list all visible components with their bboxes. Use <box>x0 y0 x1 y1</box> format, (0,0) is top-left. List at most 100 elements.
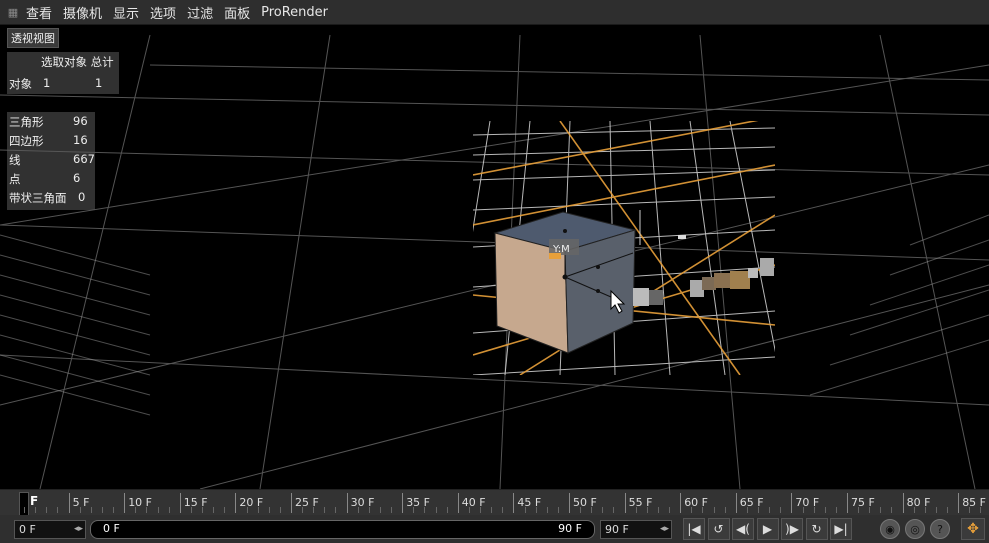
next-frame-button[interactable]: )▶ <box>781 518 803 540</box>
menu-filter[interactable]: 过滤 <box>187 3 213 22</box>
range-end-label: 90 F <box>558 522 582 535</box>
timeline-major-tick <box>847 493 848 513</box>
menu-camera[interactable]: 摄像机 <box>63 3 102 22</box>
menu-options[interactable]: 选项 <box>150 3 176 22</box>
edge-grid-right <box>809 214 989 396</box>
timeline-tick-label: 10 F <box>128 496 153 509</box>
timeline-minor-tick <box>669 507 671 513</box>
timeline-minor-tick <box>591 507 593 513</box>
timeline-major-tick <box>235 493 237 513</box>
small-boxes <box>633 210 774 306</box>
timeline-major-tick <box>457 493 459 513</box>
go-to-start-button[interactable]: |◀ <box>683 518 705 540</box>
scene-canvas: Y:M <box>0 34 989 489</box>
timeline-tick-label: 5 F <box>72 496 90 509</box>
timeline-minor-tick <box>535 507 537 513</box>
stepper-icon[interactable]: ◂▸ <box>74 521 83 538</box>
timeline-minor-tick <box>335 507 337 513</box>
previous-key-button[interactable]: ↺ <box>707 518 730 540</box>
play-icon: ▶ <box>762 522 773 536</box>
timeline-minor-tick <box>969 507 971 513</box>
timeline-minor-tick <box>57 507 59 513</box>
grip-icon[interactable]: ▦ <box>6 5 20 19</box>
auto-key-button[interactable]: ◎ <box>905 519 925 539</box>
hud-stat-points: 点 6 <box>9 171 81 186</box>
timeline-minor-tick <box>702 507 704 513</box>
go-to-end-button[interactable]: ▶| <box>830 518 852 540</box>
cube-3d[interactable] <box>493 211 637 354</box>
timeline-tick-label: 25 F <box>295 496 319 509</box>
timeline-minor-tick <box>302 507 304 513</box>
next-key-icon: ↻ <box>811 522 822 536</box>
menu-panel[interactable]: 面板 <box>224 3 250 22</box>
menu-view[interactable]: 查看 <box>26 3 52 22</box>
prev-frame-icon: ◀( <box>736 522 750 536</box>
timeline-minor-tick <box>947 507 949 513</box>
key-settings-button[interactable]: ✥ <box>961 518 985 540</box>
hud-object-info: 选取对象 总计 对象 1 1 <box>7 52 119 94</box>
timeline-major-tick <box>346 493 348 513</box>
frame-range-slider[interactable]: 0 F 90 F <box>90 520 595 539</box>
start-frame-field[interactable]: 0 F ◂▸ <box>14 520 86 539</box>
timeline-minor-tick <box>224 507 226 513</box>
timeline-minor-tick <box>46 507 48 513</box>
timeline-minor-tick <box>391 507 393 513</box>
timeline-minor-tick <box>279 507 281 513</box>
skip-end-icon: ▶| <box>834 522 848 536</box>
key-help-button[interactable]: ? <box>930 519 950 539</box>
viewport-label[interactable]: 透视视图 <box>7 28 59 48</box>
timeline-major-tick <box>68 493 70 513</box>
timeline-minor-tick <box>713 507 715 513</box>
axis-label: Y:M <box>552 244 570 255</box>
timeline-minor-tick <box>101 507 103 513</box>
timeline-minor-tick <box>446 507 448 513</box>
timeline-minor-tick <box>746 507 748 513</box>
timeline-tick-label: 15 F <box>183 496 208 509</box>
timeline-minor-tick <box>357 507 359 513</box>
crosshair-icon: ✥ <box>967 521 979 537</box>
timeline-minor-tick <box>557 507 559 513</box>
hud-object-label: 对象 <box>9 77 32 91</box>
timeline-major-tick <box>902 493 904 513</box>
edge-grid-left <box>0 234 151 416</box>
end-frame-field[interactable]: 90 F ◂▸ <box>600 520 672 539</box>
record-button[interactable]: ◉ <box>880 519 900 539</box>
timeline-tick-label: 60 F <box>684 496 709 509</box>
hud-stat-strip-triangles: 带状三角面 0 <box>9 190 86 205</box>
timeline-minor-tick <box>413 507 415 513</box>
timeline-tick-label: 65 F <box>739 496 764 509</box>
timeline-minor-tick <box>35 507 37 513</box>
previous-frame-button[interactable]: ◀( <box>732 518 754 540</box>
timeline-tick-label: 45 F <box>517 496 542 509</box>
timeline-minor-tick <box>924 507 926 513</box>
timeline-major-tick <box>569 493 570 513</box>
timeline-tick-label: 50 F <box>573 496 597 509</box>
menu-display[interactable]: 显示 <box>113 3 139 22</box>
timeline-minor-tick <box>202 507 204 513</box>
timeline-start-label: F <box>30 494 39 508</box>
timeline-minor-tick <box>491 507 493 513</box>
timeline-minor-tick <box>580 507 582 513</box>
timeline-minor-tick <box>24 507 26 513</box>
timeline-minor-tick <box>435 507 437 513</box>
perspective-viewport[interactable]: Y:M 透视视图 选取对象 总计 对象 1 1 三角形 96 四边形 16 线 … <box>0 25 989 489</box>
timeline-major-tick <box>124 493 126 513</box>
next-key-button[interactable]: ↻ <box>805 518 828 540</box>
timeline-major-tick <box>791 493 793 513</box>
hud-stat-lines: 线 667 <box>9 152 95 167</box>
stepper-icon[interactable]: ◂▸ <box>660 521 669 538</box>
timeline-minor-tick <box>869 507 871 513</box>
timeline-minor-tick <box>324 507 326 513</box>
timeline-minor-tick <box>368 507 370 513</box>
menu-prorender[interactable]: ProRender <box>261 5 328 20</box>
timeline-minor-tick <box>213 507 215 513</box>
hud-object-total: 1 <box>95 76 103 90</box>
timeline-ruler[interactable]: F 5 F 10 F 15 F 20 F 25 F 30 F 35 F 40 F 45 F 50 … <box>0 489 989 516</box>
hud-object-header: 选取对象 总计 <box>41 55 114 69</box>
play-button[interactable]: ▶ <box>756 518 779 540</box>
timeline-minor-tick <box>858 507 860 513</box>
floor-grid <box>0 34 989 489</box>
timeline-minor-tick <box>157 507 159 513</box>
timeline-major-tick <box>179 493 181 513</box>
hud-object-selected: 1 <box>43 76 51 90</box>
